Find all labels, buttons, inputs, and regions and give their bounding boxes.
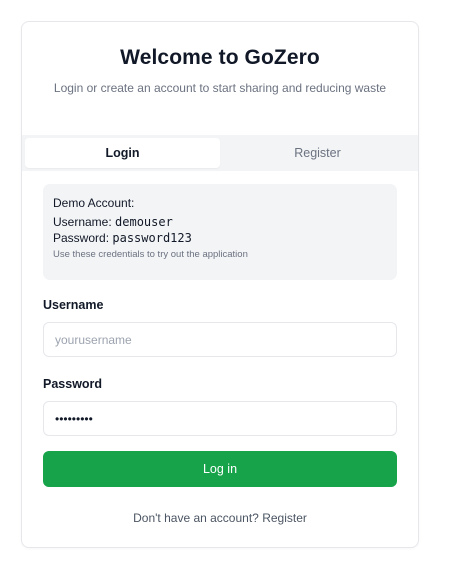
auth-tabs: Login Register [22, 135, 418, 171]
demo-password-label: Password: [53, 231, 110, 245]
register-link[interactable]: Register [262, 511, 307, 525]
demo-note: Use these credentials to try out the app… [53, 249, 248, 260]
demo-title: Demo Account: [53, 196, 135, 210]
login-card: Welcome to GoZero Login or create an acc… [21, 21, 419, 548]
username-input[interactable] [43, 322, 397, 357]
tab-register[interactable]: Register [220, 138, 415, 168]
demo-username-value: demouser [115, 215, 173, 229]
password-input[interactable] [43, 401, 397, 436]
demo-username-label: Username: [53, 215, 112, 229]
password-label: Password [43, 377, 103, 391]
username-label: Username [43, 298, 104, 312]
demo-password-value: password123 [112, 231, 192, 245]
register-prompt-text: Don't have an account? [133, 511, 259, 525]
demo-account-box: Demo Account: Username: demouser Passwor… [43, 184, 397, 280]
demo-password-line: Password: password123 [53, 230, 387, 246]
card-header: Welcome to GoZero Login or create an acc… [22, 22, 418, 97]
page-subtitle: Login or create an account to start shar… [53, 81, 387, 95]
tab-login[interactable]: Login [25, 138, 220, 168]
page-title: Welcome to GoZero [120, 46, 320, 69]
demo-username-line: Username: demouser [53, 214, 387, 230]
register-prompt: Don't have an account? Register [22, 511, 418, 525]
login-button[interactable]: Log in [43, 451, 397, 487]
